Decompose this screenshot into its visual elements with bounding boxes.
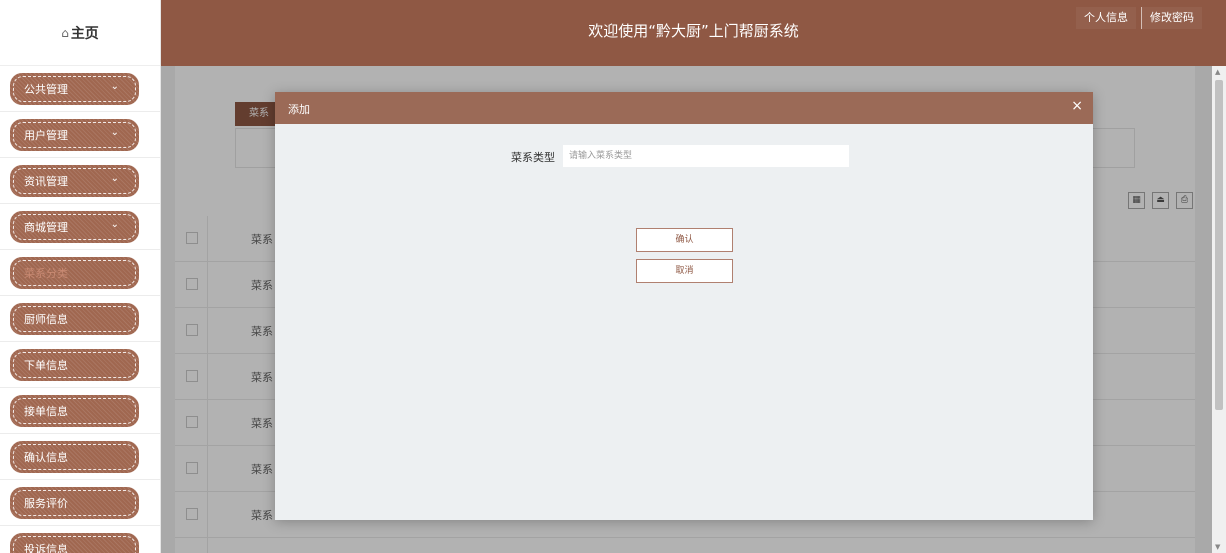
sidebar-item[interactable]: 厨师信息 [0, 296, 160, 342]
sidebar-item-button[interactable]: 确认信息 [10, 440, 139, 473]
cuisine-type-label: 菜系类型 [511, 151, 555, 164]
sidebar-item[interactable]: 公共管理 ⌄ [0, 66, 160, 112]
sidebar-item-button[interactable]: 资讯管理 ⌄ [10, 164, 139, 197]
sidebar-item-button[interactable]: 公共管理 ⌄ [10, 72, 139, 105]
scroll-down-icon[interactable]: ▼ [1215, 543, 1220, 551]
sidebar-item-label: 投诉信息 [24, 542, 68, 553]
sidebar-item-label: 服务评价 [24, 496, 68, 510]
sidebar-item-button[interactable]: 下单信息 [10, 348, 139, 381]
sidebar-item-button[interactable]: 厨师信息 [10, 302, 139, 335]
sidebar-item[interactable]: 菜系分类 [0, 250, 160, 296]
sidebar-item-button[interactable]: 用户管理 ⌄ [10, 118, 139, 151]
home-label: 主页 [70, 25, 99, 42]
cancel-button[interactable]: 取消 [636, 259, 733, 283]
sidebar-item[interactable]: 接单信息 [0, 388, 160, 434]
add-modal: 添加 × 菜系类型 确认 取消 [275, 92, 1093, 520]
sidebar-item[interactable]: 下单信息 [0, 342, 160, 388]
sidebar-item-label: 厨师信息 [24, 312, 68, 326]
scrollbar[interactable]: ▲ ▼ [1212, 66, 1226, 553]
sidebar-item[interactable]: 资讯管理 ⌄ [0, 158, 160, 204]
sidebar-item-label: 资讯管理 [24, 174, 68, 188]
cuisine-type-input[interactable] [563, 145, 849, 167]
confirm-button[interactable]: 确认 [636, 228, 733, 252]
sidebar-item-button[interactable]: 接单信息 [10, 394, 139, 427]
close-icon[interactable]: × [1071, 98, 1083, 114]
sidebar-menu: 公共管理 ⌄ 用户管理 ⌄ 资讯管理 ⌄ 商城管理 ⌄ 菜系分类厨师信息下单信息接单信息确认信息… [0, 66, 160, 553]
sidebar-item-label: 用户管理 [24, 128, 68, 142]
scroll-up-icon[interactable]: ▲ [1215, 68, 1220, 76]
modal-title: 添加 [288, 103, 310, 116]
chevron-down-icon: ⌄ [110, 80, 119, 92]
scroll-thumb[interactable] [1215, 80, 1223, 410]
sidebar-item[interactable]: 投诉信息 [0, 526, 160, 553]
chevron-down-icon: ⌄ [110, 126, 119, 138]
change-password-button[interactable]: 修改密码 [1141, 7, 1202, 29]
sidebar: ⌂ 主页 公共管理 ⌄ 用户管理 ⌄ 资讯管理 ⌄ 商城管理 ⌄ 菜系分类厨师信息下单信息接单信… [0, 0, 161, 553]
sidebar-item-label: 接单信息 [24, 404, 68, 418]
modal-header: 添加 × [275, 92, 1093, 124]
chevron-down-icon: ⌄ [110, 218, 119, 230]
sidebar-item[interactable]: 确认信息 [0, 434, 160, 480]
sidebar-item-label: 菜系分类 [24, 266, 68, 280]
sidebar-item-label: 商城管理 [24, 220, 68, 234]
sidebar-item-button[interactable]: 投诉信息 [10, 532, 139, 553]
app-title: 欢迎使用“黔大厨”上门帮厨系统 [588, 22, 799, 40]
sidebar-item-button[interactable]: 菜系分类 [10, 256, 139, 289]
sidebar-item[interactable]: 商城管理 ⌄ [0, 204, 160, 250]
sidebar-item-label: 公共管理 [24, 82, 68, 96]
sidebar-item-label: 下单信息 [24, 358, 68, 372]
home-icon: ⌂ [61, 25, 69, 40]
sidebar-item-label: 确认信息 [24, 450, 68, 464]
home-link[interactable]: ⌂ 主页 [0, 0, 160, 66]
sidebar-item[interactable]: 用户管理 ⌄ [0, 112, 160, 158]
sidebar-item-button[interactable]: 商城管理 ⌄ [10, 210, 139, 243]
chevron-down-icon: ⌄ [110, 172, 119, 184]
sidebar-item[interactable]: 服务评价 [0, 480, 160, 526]
profile-button[interactable]: 个人信息 [1076, 7, 1136, 29]
sidebar-item-button[interactable]: 服务评价 [10, 486, 139, 519]
top-header: 欢迎使用“黔大厨”上门帮厨系统 个人信息 修改密码 [161, 0, 1226, 66]
